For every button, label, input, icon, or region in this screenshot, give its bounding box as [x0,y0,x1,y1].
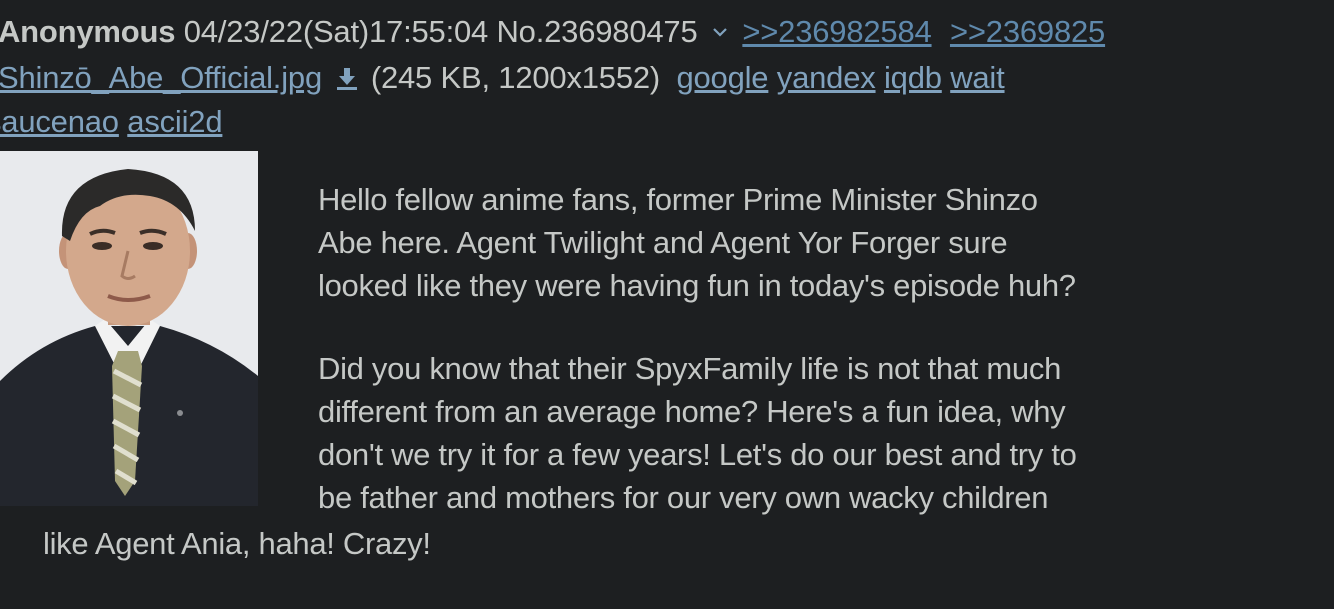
file-info-continued: saucenao ascii2d [0,102,223,142]
chevron-down-icon[interactable] [712,12,728,52]
file-size-dimensions: (245 KB, 1200x1552) [370,60,661,95]
file-info: Shinzō_Abe_Official.jpg (245 KB, 1200x15… [0,58,1005,102]
file-name-link[interactable]: Shinzō_Abe_Official.jpg [0,60,322,95]
comment-line: Hello fellow anime fans, former Prime Mi… [318,182,1038,217]
search-link-ascii2d[interactable]: ascii2d [127,104,222,139]
post-datetime: 04/23/22(Sat)17:55:04 [183,14,489,49]
poster-name: Anonymous [0,14,176,49]
comment-line: different from an average home? Here's a… [318,394,1066,429]
comment-line: looked like they were having fun in toda… [318,268,1076,303]
search-link-saucenao[interactable]: saucenao [0,104,119,139]
comment-line: be father and mothers for our very own w… [318,480,1049,515]
search-link-yandex[interactable]: yandex [777,60,876,95]
comment-line: Abe here. Agent Twilight and Agent Yor F… [318,225,1008,260]
download-icon[interactable] [336,62,358,102]
comment-line: Did you know that their SpyxFamily life … [318,351,1062,386]
post-container: Anonymous 04/23/22(Sat)17:55:04 No.23698… [0,0,1334,609]
comment-line: don't we try it for a few years! Let's d… [318,437,1077,472]
post-thumbnail-image[interactable] [0,151,258,506]
search-link-wait[interactable]: wait [950,60,1005,95]
reply-link[interactable]: >>2369825 [950,14,1105,49]
post-comment: Hello fellow anime fans, former Prime Mi… [318,178,1318,519]
search-link-iqdb[interactable]: iqdb [884,60,942,95]
search-link-google[interactable]: google [676,60,768,95]
post-header: Anonymous 04/23/22(Sat)17:55:04 No.23698… [0,12,1115,52]
comment-line: like Agent Ania, haha! Crazy! [43,526,431,561]
post-number-link[interactable]: No.236980475 [497,14,698,49]
reply-link[interactable]: >>236982584 [742,14,931,49]
